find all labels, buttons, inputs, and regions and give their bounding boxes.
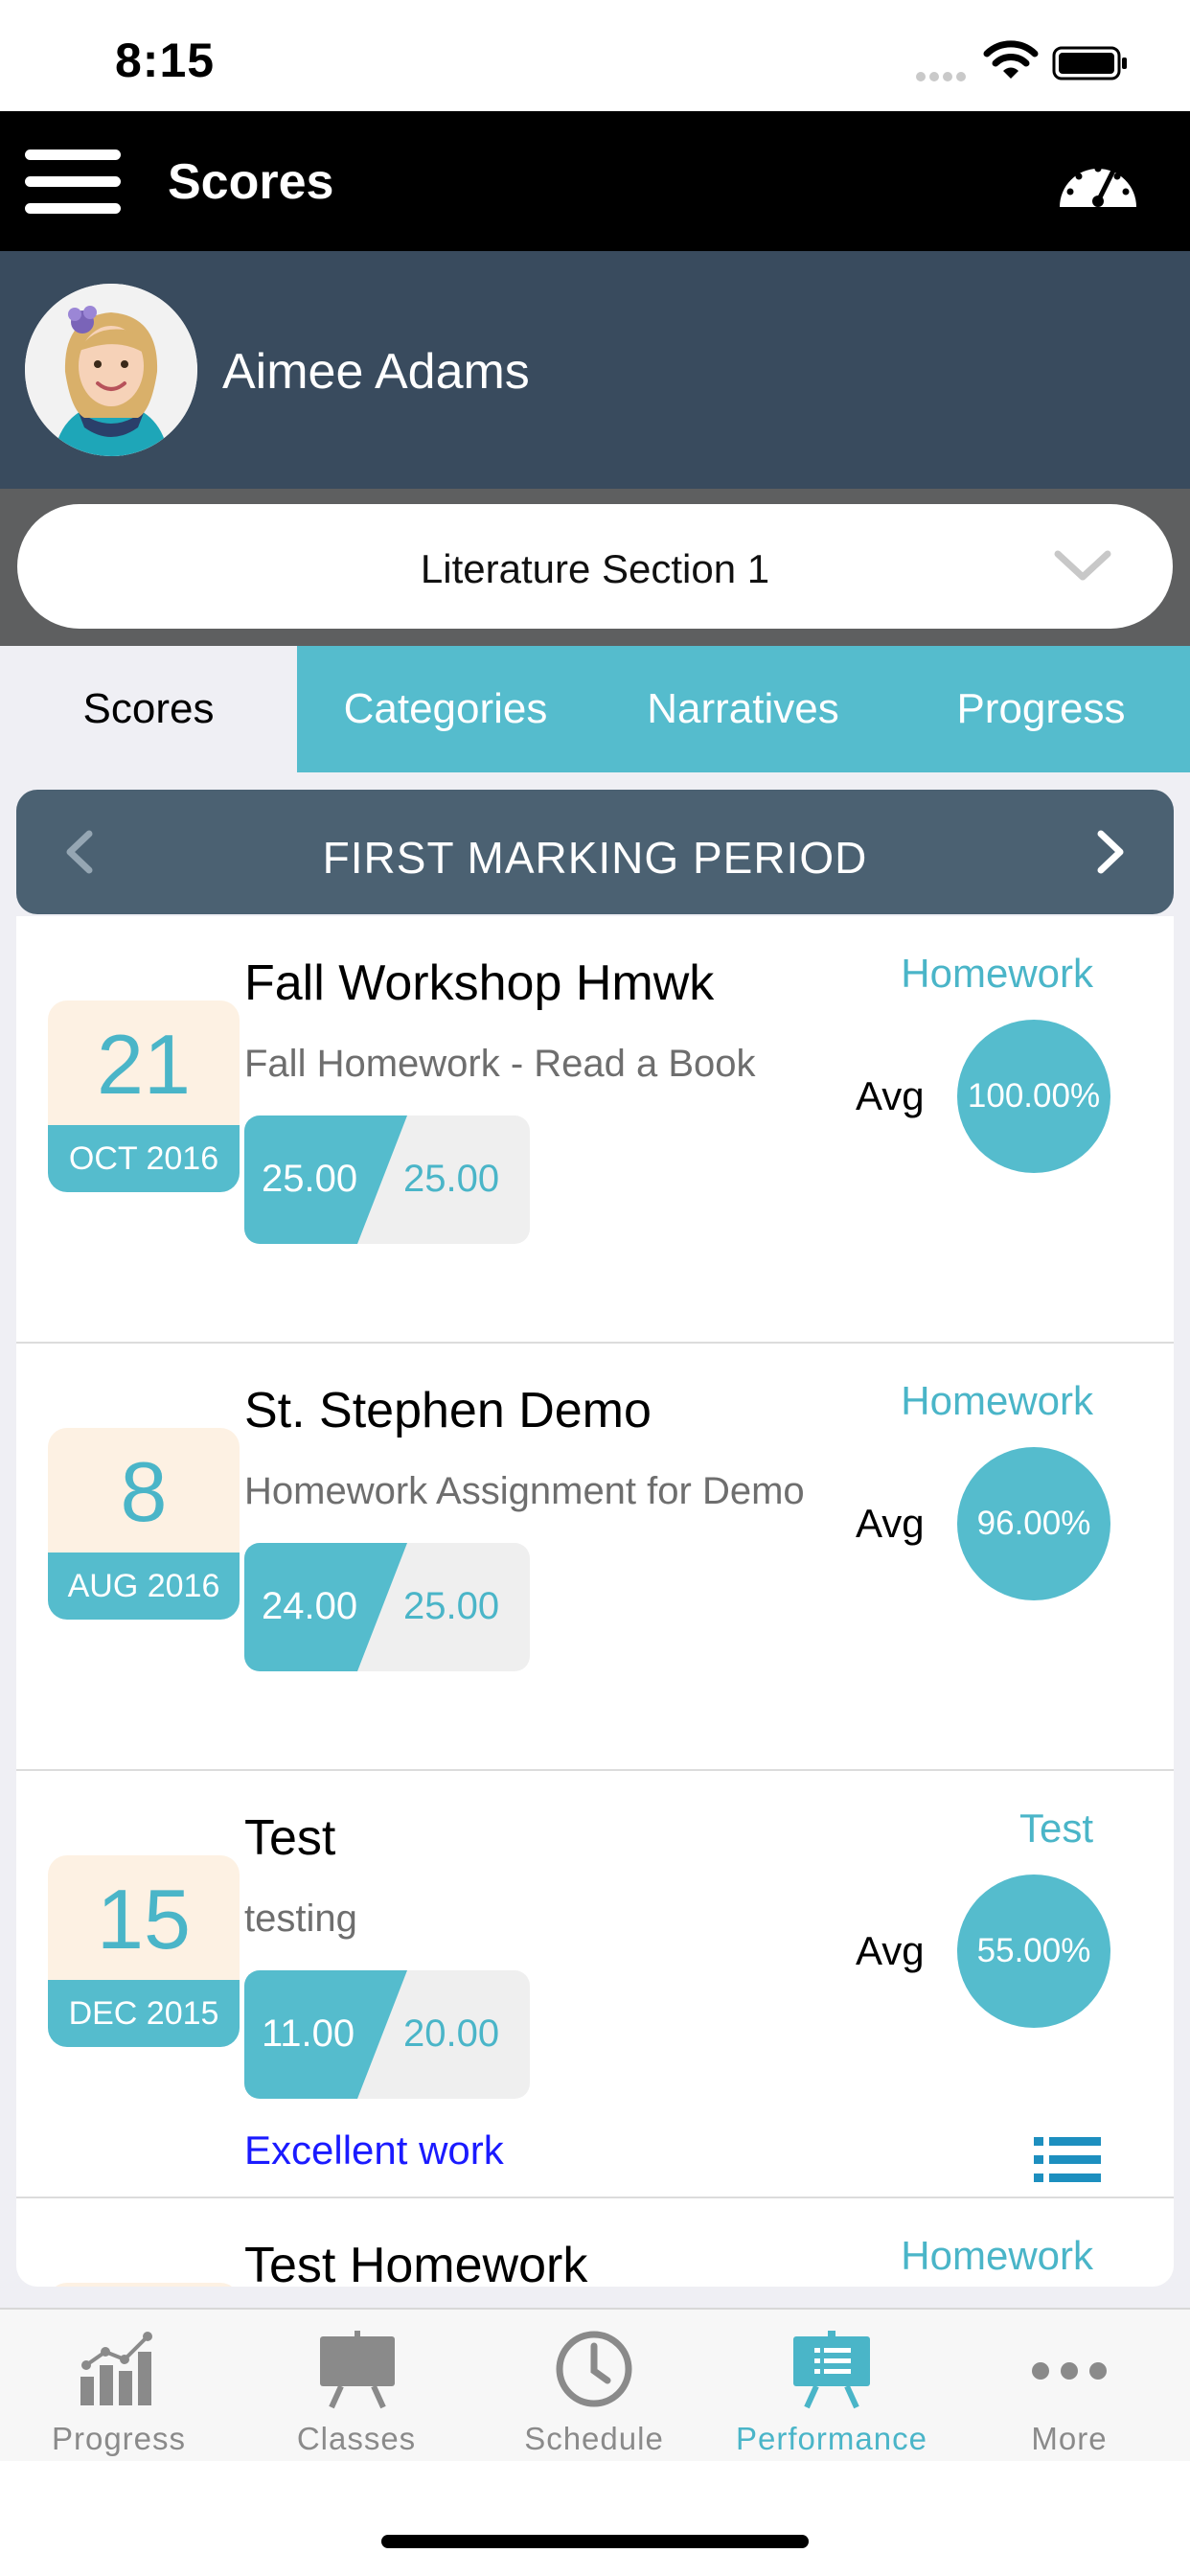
tabbar-classes[interactable]: Classes: [238, 2310, 475, 2463]
tabbar-progress[interactable]: Progress: [0, 2310, 238, 2463]
date-day: 15: [48, 1855, 240, 1980]
date-badge: 15 DEC 2015: [48, 1855, 240, 2047]
assignment-title: Fall Workshop Hmwk: [244, 955, 715, 1011]
section-selector-band: Literature Section 1: [0, 489, 1190, 646]
scores-content: FIRST MARKING PERIOD 21 OCT 2016 Fall Wo…: [0, 772, 1190, 2308]
date-day: 8: [48, 1428, 240, 1552]
tab-scores[interactable]: Scores: [0, 646, 297, 772]
score-box: 25.00 25.00: [244, 1116, 530, 1244]
avatar: [25, 284, 197, 456]
assignment-category: Homework: [901, 951, 1093, 996]
tab-progress[interactable]: Progress: [892, 646, 1190, 772]
assignment-card[interactable]: 8 AUG 2016 St. Stephen Demo Homework Ass…: [16, 1344, 1174, 1771]
more-dots-icon: [1032, 2362, 1107, 2380]
score-box: 24.00 25.00: [244, 1543, 530, 1671]
teacher-comment: Excellent work: [244, 2128, 504, 2173]
assignment-card[interactable]: 15 DEC 2015 Test testing 11.00 20.00 Tes…: [16, 1771, 1174, 2198]
tabbar-label: Performance: [736, 2421, 927, 2456]
score-earned: 11.00: [262, 2012, 355, 2055]
list-icon[interactable]: [1034, 2135, 1101, 2185]
score-box: 11.00 20.00: [244, 1970, 530, 2099]
assignment-description: Fall Homework - Read a Book: [244, 1043, 756, 1085]
date-badge: 8 AUG 2016: [48, 1428, 240, 1620]
assignment-title: Test: [244, 1810, 336, 1866]
assignment-category: Test: [1018, 1806, 1093, 1851]
speedometer-icon[interactable]: [1056, 148, 1140, 211]
average-badge: 55.00%: [957, 1874, 1110, 2028]
student-name: Aimee Adams: [222, 344, 530, 400]
avg-label: Avg: [856, 1501, 925, 1546]
assignment-title: St. Stephen Demo: [244, 1383, 652, 1438]
tabbar-schedule[interactable]: Schedule: [475, 2310, 713, 2463]
home-indicator: [381, 2535, 809, 2548]
assignment-category: Homework: [901, 2233, 1093, 2278]
chevron-down-icon: [1054, 550, 1111, 581]
score-earned: 24.00: [262, 1585, 358, 1627]
clock-icon: [556, 2331, 632, 2407]
section-selector-label: Literature Section 1: [420, 546, 770, 591]
status-time: 8:15: [115, 34, 216, 87]
tabbar-more[interactable]: More: [950, 2310, 1188, 2463]
assignment-card[interactable]: 21 OCT 2016 Fall Workshop Hmwk Fall Home…: [16, 916, 1174, 1344]
average-badge: 96.00%: [957, 1447, 1110, 1600]
assignment-list: 21 OCT 2016 Fall Workshop Hmwk Fall Home…: [16, 916, 1174, 2287]
score-earned: 25.00: [262, 1158, 358, 1200]
performance-board-icon: [793, 2331, 870, 2409]
tabbar-label: Progress: [51, 2421, 187, 2456]
marking-period-bar: FIRST MARKING PERIOD: [16, 790, 1174, 914]
tabbar-label: More: [1031, 2421, 1108, 2456]
tabbar-label: Classes: [296, 2421, 417, 2456]
easel-icon: [320, 2331, 395, 2409]
date-day: 21: [48, 1000, 240, 1125]
menu-icon[interactable]: [25, 150, 121, 215]
date-month-year: DEC 2015: [48, 1980, 240, 2047]
bar-chart-icon: [80, 2332, 152, 2405]
avg-label: Avg: [856, 1073, 925, 1118]
tabbar-label: Schedule: [524, 2421, 664, 2456]
segment-tabs: Scores Categories Narratives Progress: [0, 646, 1190, 772]
cellular-signal-icon: [916, 69, 972, 81]
tab-categories[interactable]: Categories: [297, 646, 594, 772]
section-selector[interactable]: Literature Section 1: [17, 504, 1173, 629]
score-total: 25.00: [403, 1585, 500, 1627]
avg-label: Avg: [856, 1928, 925, 1973]
date-month-year: AUG 2016: [48, 1552, 240, 1620]
assignment-description: Homework Assignment for Demo: [244, 1470, 805, 1512]
student-photo: [25, 284, 197, 456]
battery-icon: [1052, 46, 1127, 80]
assignment-title: Test Homework: [244, 2238, 588, 2287]
bottom-tab-bar: Progress Classes Schedule Performance Mo…: [0, 2308, 1190, 2461]
date-badge: [48, 2283, 240, 2287]
score-total: 20.00: [403, 2012, 500, 2055]
student-profile: Aimee Adams: [0, 251, 1190, 489]
average-badge: 100.00%: [957, 1020, 1110, 1173]
chevron-right-icon[interactable]: [1093, 828, 1128, 876]
wifi-icon: [983, 40, 1039, 79]
top-navigation-bar: Scores: [0, 111, 1190, 251]
marking-period-label: FIRST MARKING PERIOD: [322, 833, 868, 883]
assignment-card[interactable]: Test Homework Homework: [16, 2198, 1174, 2287]
tab-narratives[interactable]: Narratives: [594, 646, 892, 772]
score-total: 25.00: [403, 1158, 500, 1200]
page-title: Scores: [168, 154, 334, 210]
tabbar-performance[interactable]: Performance: [713, 2310, 950, 2463]
date-month-year: OCT 2016: [48, 1125, 240, 1192]
assignment-category: Homework: [901, 1378, 1093, 1423]
status-bar: 8:15: [0, 0, 1190, 111]
date-badge: 21 OCT 2016: [48, 1000, 240, 1192]
assignment-description: testing: [244, 1898, 357, 1940]
